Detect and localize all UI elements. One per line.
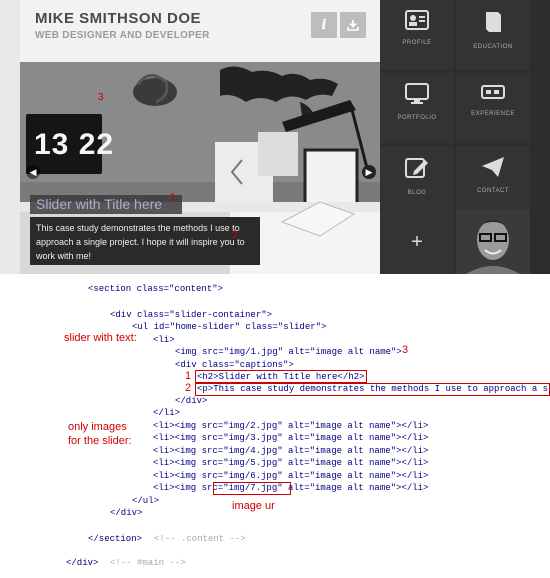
- slider-title: Slider with Title here: [30, 195, 182, 214]
- profile-icon: [405, 10, 429, 30]
- tile-education[interactable]: EDUCATION: [456, 0, 530, 70]
- annotation-slider-with-text: slider with text:: [64, 332, 137, 344]
- avatar: [456, 210, 530, 274]
- code-line: <li><img src="img/6.jpg" alt="image alt …: [153, 471, 429, 481]
- contact-icon: [482, 157, 504, 177]
- code-line: <li><img src="img/4.jpg" alt="image alt …: [153, 446, 429, 456]
- code-line: </div>: [175, 396, 208, 406]
- download-button[interactable]: [340, 12, 366, 38]
- site-name: MIKE SMITHSON DOE: [35, 10, 202, 27]
- code-comment: <!-- #main -->: [110, 558, 186, 568]
- prev-arrow-icon[interactable]: ◀: [26, 165, 40, 179]
- annotation-image-url: image ur: [232, 500, 275, 512]
- left-strip: [0, 0, 20, 274]
- download-icon: [347, 20, 359, 31]
- tile-label: EXPERIENCE: [471, 111, 515, 117]
- tile-label: CONTACT: [476, 188, 510, 194]
- education-icon: [486, 12, 501, 32]
- tile-label: BLOG: [407, 190, 427, 196]
- code-line: <li><img src="img/3.jpg" alt="image alt …: [153, 433, 429, 443]
- highlight-box-url: [213, 482, 291, 495]
- annotation-only-images: only images for the slider:: [68, 421, 132, 447]
- annotation-number-2: 2: [185, 382, 192, 394]
- code-line: <img src="img/1.jpg" alt="image alt name…: [175, 347, 402, 357]
- slider-caption: This case study demonstrates the methods…: [30, 217, 260, 265]
- marker-2: 2: [232, 230, 238, 241]
- avatar-photo: [456, 210, 530, 274]
- next-arrow-icon[interactable]: ▶: [362, 165, 376, 179]
- code-line: <li>: [153, 335, 175, 345]
- tile-contact[interactable]: CONTACT: [456, 146, 530, 216]
- code-line: <div class="slider-container">: [110, 310, 273, 320]
- annotation-number-1: 1: [185, 370, 192, 382]
- tile-label: PROFILE: [402, 40, 432, 46]
- tile-portfolio[interactable]: PORTFOLIO: [380, 73, 454, 143]
- code-line: <ul id="home-slider" class="slider">: [132, 322, 327, 332]
- code-line: </div>: [66, 558, 99, 568]
- blog-icon: [405, 158, 428, 178]
- site-header: MIKE SMITHSON DOE WEB DESIGNER AND DEVEL…: [20, 0, 380, 62]
- code-line: <div class="captions">: [175, 360, 294, 370]
- code-line: </ul>: [132, 496, 160, 506]
- code-line: <li><img src="img/2.jpg" alt="image alt …: [153, 421, 429, 431]
- nav-tiles: PROFILE EDUCATION PORTFOLIO EXPERIENCE B…: [380, 0, 550, 274]
- clock-display: 13 22: [34, 128, 115, 161]
- add-button[interactable]: +: [380, 210, 454, 274]
- code-line: </li>: [153, 408, 181, 418]
- code-comment: <!-- .content -->: [154, 534, 246, 544]
- code-line: <section class="content">: [88, 284, 224, 294]
- tile-label: PORTFOLIO: [397, 115, 437, 121]
- tile-experience[interactable]: EXPERIENCE: [456, 73, 530, 143]
- marker-1: 1: [170, 192, 176, 203]
- code-listing: <section class="content"> <div class="sl…: [0, 274, 550, 578]
- portfolio-icon: [405, 83, 429, 104]
- tile-blog[interactable]: BLOG: [380, 146, 454, 216]
- home-slider[interactable]: 13 22 3 ◀ ▶ Slider with Title here 1 Thi…: [20, 62, 380, 274]
- info-button[interactable]: i: [311, 12, 337, 38]
- annotation-number-3: 3: [402, 344, 409, 356]
- tile-label: EDUCATION: [473, 44, 513, 50]
- site-subtitle: WEB DESIGNER AND DEVELOPER: [35, 30, 210, 41]
- marker-3: 3: [98, 92, 104, 103]
- code-line: </div>: [110, 508, 143, 518]
- highlight-box-title: [195, 370, 367, 383]
- experience-icon: [481, 85, 505, 99]
- highlight-box-text: [195, 383, 550, 396]
- code-line: <li><img src="img/5.jpg" alt="image alt …: [153, 458, 429, 468]
- website-screenshot: MIKE SMITHSON DOE WEB DESIGNER AND DEVEL…: [0, 0, 550, 274]
- code-line: </section>: [88, 534, 143, 544]
- tile-profile[interactable]: PROFILE: [380, 0, 454, 70]
